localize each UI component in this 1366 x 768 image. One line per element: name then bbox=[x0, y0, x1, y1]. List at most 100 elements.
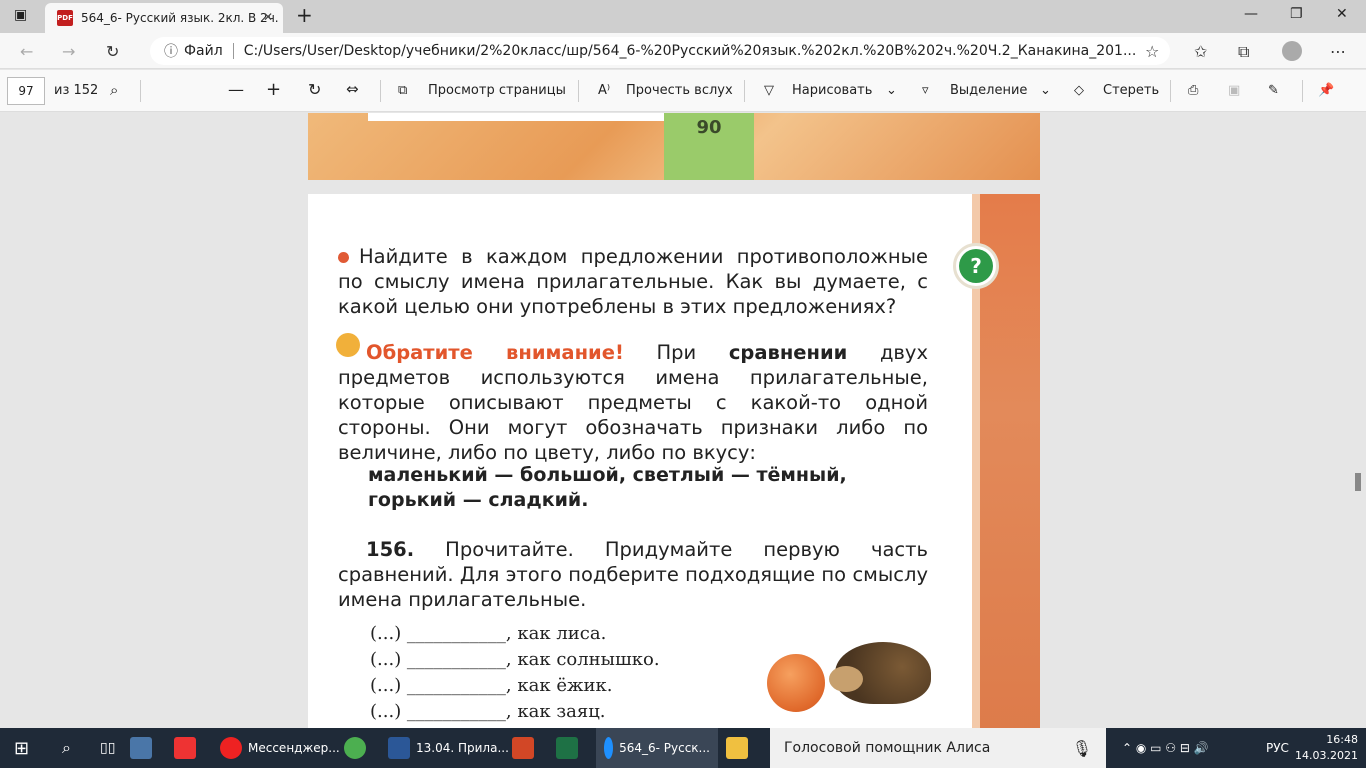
minimize-button[interactable]: — bbox=[1244, 6, 1258, 22]
more-menu-icon[interactable]: ⋯ bbox=[1330, 42, 1346, 61]
edge-label: 564_6- Русск... bbox=[619, 741, 710, 755]
exercise-lines: (...) ___________, как лиса. (...) _____… bbox=[370, 621, 660, 725]
alice-label: Голосовой помощник Алиса bbox=[784, 740, 991, 756]
alice-voice-assistant[interactable]: Голосовой помощник Алиса 🎙 bbox=[770, 728, 1106, 768]
question-icon: ? bbox=[953, 243, 999, 289]
pdf-page: ? Найдите в каждом предложении противопо… bbox=[308, 194, 1040, 728]
print-icon[interactable]: ⎙ bbox=[1188, 83, 1198, 98]
toolbar-divider bbox=[744, 80, 745, 102]
tray-icons[interactable]: ⌃ ◉ ▭ ⚇ ⊟ 🔊 bbox=[1122, 728, 1209, 768]
search-icon[interactable]: ⌕ bbox=[62, 728, 71, 768]
draw-button[interactable]: Нарисовать bbox=[792, 83, 872, 98]
add-favorite-icon[interactable]: ☆ bbox=[1145, 42, 1159, 61]
tab-close-icon[interactable]: ✕ bbox=[263, 10, 273, 24]
title-bar: ▣ PDF 564_6- Русский язык. 2кл. В 2ч. ✕ … bbox=[0, 0, 1366, 33]
pin-toolbar-icon[interactable]: 📌 bbox=[1318, 83, 1334, 98]
vk-icon[interactable] bbox=[130, 728, 158, 768]
search-icon[interactable]: ⌕ bbox=[110, 81, 118, 99]
exercise-line: (...) ___________, как лиса. bbox=[370, 623, 607, 644]
info-icon: ⓘ bbox=[164, 44, 178, 60]
refresh-icon[interactable]: ↻ bbox=[106, 42, 119, 61]
clock-date: 14.03.2021 bbox=[1295, 749, 1358, 762]
folder-icon[interactable] bbox=[726, 728, 754, 768]
exercise-text: Прочитайте. Придумайте первую часть срав… bbox=[338, 538, 928, 611]
note-pre: При bbox=[656, 341, 697, 364]
start-icon[interactable]: ⊞ bbox=[14, 728, 29, 768]
page-number-input[interactable]: 97 bbox=[7, 77, 45, 105]
page-decoration bbox=[368, 113, 668, 121]
bullet-icon bbox=[338, 252, 349, 263]
eraser-icon: ◇ bbox=[1074, 83, 1084, 98]
favorites-icon[interactable]: ✩ bbox=[1194, 42, 1207, 61]
word-icon bbox=[388, 737, 410, 759]
save-icon[interactable]: ▣ bbox=[1228, 83, 1240, 98]
rotate-icon[interactable]: ↻ bbox=[308, 80, 321, 99]
chevron-down-icon[interactable]: ⌄ bbox=[886, 83, 897, 98]
url-divider bbox=[232, 43, 234, 59]
toolbar-divider bbox=[578, 80, 579, 102]
hedgehog-illustration bbox=[829, 642, 931, 704]
url-scheme-label: Файл bbox=[184, 43, 223, 59]
chrome-icon[interactable] bbox=[344, 728, 372, 768]
highlight-button[interactable]: Выделение bbox=[950, 83, 1027, 98]
microphone-icon[interactable]: 🎙 bbox=[1072, 739, 1092, 758]
page-view-icon: ⧉ bbox=[398, 83, 408, 98]
url-field[interactable]: ⓘ Файл C:/Users/User/Desktop/учебники/2%… bbox=[150, 37, 1170, 65]
orange-illustration bbox=[767, 654, 825, 712]
back-arrow-icon[interactable]: ← bbox=[20, 42, 33, 61]
language-indicator[interactable]: РУС bbox=[1266, 728, 1289, 768]
zoom-out-icon[interactable]: — bbox=[228, 80, 244, 99]
read-aloud-button[interactable]: Прочесть вслух bbox=[626, 83, 733, 98]
previous-page: 90 bbox=[308, 113, 1040, 180]
tab-title: 564_6- Русский язык. 2кл. В 2ч. bbox=[81, 11, 279, 25]
toolbar-divider bbox=[1302, 80, 1303, 102]
forward-arrow-icon[interactable]: → bbox=[62, 42, 75, 61]
read-aloud-icon: A⁾ bbox=[598, 83, 611, 98]
exercise-number: 156. bbox=[366, 538, 415, 561]
task-view-icon[interactable]: ▯▯ bbox=[100, 728, 115, 768]
window-menu-icon[interactable]: ▣ bbox=[14, 7, 27, 23]
task-paragraph: Найдите в каждом предложении противополо… bbox=[338, 244, 928, 319]
exercise-paragraph: 156. Прочитайте. Придумайте первую часть… bbox=[338, 537, 928, 612]
exercise-line: (...) ___________, как солнышко. bbox=[370, 649, 660, 670]
note-bold: сравнении bbox=[728, 341, 848, 364]
maximize-button[interactable]: ❐ bbox=[1290, 6, 1303, 22]
clock[interactable]: 16:48 14.03.2021 bbox=[1295, 732, 1358, 764]
chevron-down-icon[interactable]: ⌄ bbox=[1040, 83, 1051, 98]
taskbar-edge[interactable]: 564_6- Русск... bbox=[596, 728, 718, 768]
fit-width-icon[interactable]: ⇔ bbox=[346, 80, 359, 98]
taskbar: ⊞ ⌕ ▯▯ Мессенджер... 13.04. Прила... 564… bbox=[0, 728, 1366, 768]
word-label: 13.04. Прила... bbox=[416, 741, 509, 755]
page-view-button[interactable]: Просмотр страницы bbox=[428, 83, 566, 98]
tab-pdf[interactable]: PDF 564_6- Русский язык. 2кл. В 2ч. ✕ bbox=[45, 3, 283, 33]
scrollbar-thumb[interactable] bbox=[1355, 473, 1361, 491]
taskbar-word[interactable]: 13.04. Прила... bbox=[388, 728, 509, 768]
close-window-button[interactable]: ✕ bbox=[1336, 6, 1348, 22]
toolbar-divider bbox=[1170, 80, 1171, 102]
address-bar-row: ← → ↻ ⓘ Файл C:/Users/User/Desktop/учебн… bbox=[0, 33, 1366, 69]
zoom-in-icon[interactable]: + bbox=[266, 79, 281, 100]
new-tab-button[interactable]: + bbox=[296, 3, 313, 27]
clock-time: 16:48 bbox=[1326, 733, 1358, 746]
note-label: Обратите внимание! bbox=[366, 341, 624, 364]
erase-button[interactable]: Стереть bbox=[1103, 83, 1159, 98]
task-text: Найдите в каждом предложении противополо… bbox=[338, 245, 928, 318]
profile-avatar[interactable] bbox=[1282, 41, 1302, 61]
page-total: из 152 bbox=[54, 83, 99, 98]
examples-line-2: горький — сладкий. bbox=[368, 489, 589, 511]
url-text: C:/Users/User/Desktop/учебники/2%20класс… bbox=[243, 43, 1137, 59]
exercise-line: (...) ___________, как заяц. bbox=[370, 701, 606, 722]
pdf-viewer[interactable]: 90 ? Найдите в каждом предложении против… bbox=[0, 113, 1366, 728]
excel-icon[interactable] bbox=[556, 728, 584, 768]
scrollbar[interactable] bbox=[1350, 113, 1366, 728]
collections-icon[interactable]: ⧉ bbox=[1238, 42, 1249, 62]
pdf-icon: PDF bbox=[57, 10, 73, 26]
note-paragraph: Обратите внимание! При сравнении двух пр… bbox=[338, 340, 928, 465]
save-as-icon[interactable]: ✎ bbox=[1268, 83, 1279, 98]
yandex-icon[interactable] bbox=[174, 728, 202, 768]
messenger-label: Мессенджер... bbox=[248, 741, 340, 755]
taskbar-messenger[interactable]: Мессенджер... bbox=[220, 728, 340, 768]
edge-icon bbox=[604, 737, 614, 759]
draw-icon: ▽ bbox=[764, 83, 774, 98]
powerpoint-icon[interactable] bbox=[512, 728, 540, 768]
